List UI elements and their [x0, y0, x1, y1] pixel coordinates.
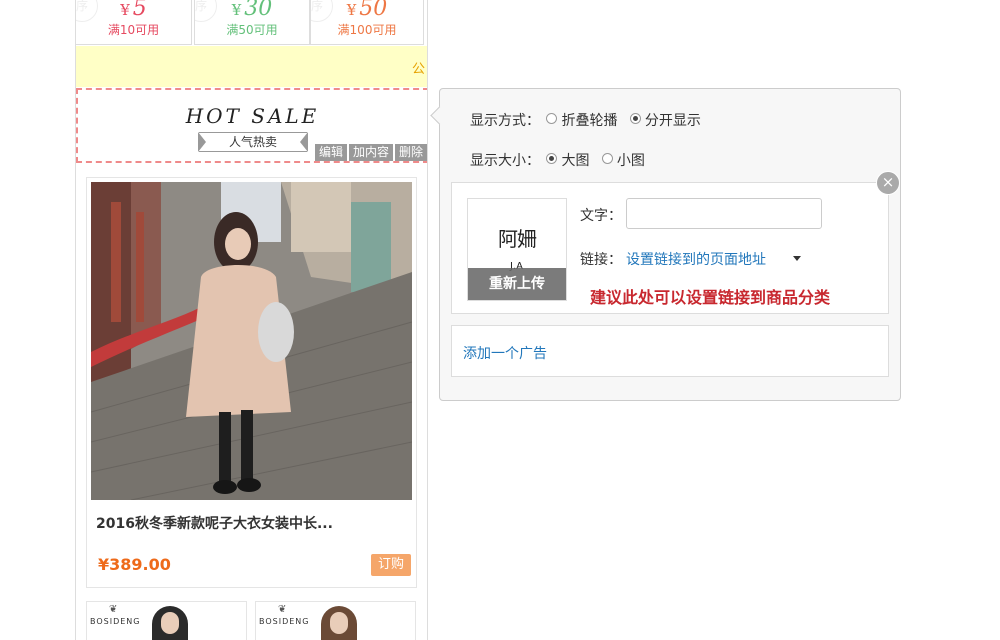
radio-separate[interactable] [629, 113, 641, 124]
product-thumb[interactable]: ❦ BOSIDENG [255, 601, 416, 640]
text-input[interactable] [626, 198, 822, 229]
product-image[interactable] [91, 182, 412, 500]
display-mode-row: 显示方式： 折叠轮播 分开显示 [470, 110, 707, 130]
ad-editor-panel: 显示方式： 折叠轮播 分开显示 显示大小： 大图 小图 × 阿姍 J.A 重新上… [430, 88, 901, 401]
model-face [330, 612, 348, 634]
product-name[interactable]: 2016秋冬季新款呢子大衣女装中长... [96, 513, 333, 533]
option-large[interactable]: 大图 [561, 153, 589, 169]
display-mode-label: 显示方式： [470, 113, 540, 129]
model-face [161, 612, 179, 634]
link-dropdown[interactable]: 设置链接到的页面地址 [626, 249, 766, 269]
close-icon[interactable]: × [876, 171, 900, 195]
option-separate[interactable]: 分开显示 [645, 113, 701, 129]
delete-button[interactable]: 删除 [394, 144, 427, 161]
coupon-condition: 满50可用 [226, 23, 278, 37]
product-thumb[interactable]: ❦ BOSIDENG [86, 601, 247, 640]
brand-name: BOSIDENG [259, 617, 310, 626]
coupon-condition: 满100可用 [337, 23, 397, 37]
module-actions: 编辑 加内容 删除 [313, 144, 427, 161]
brand-logo-icon: ❦ [278, 604, 287, 615]
hot-sale-title: HOT SALE [185, 104, 320, 128]
option-carousel[interactable]: 折叠轮播 [561, 113, 617, 129]
buy-button[interactable]: 订购 [371, 554, 411, 576]
product-price: ¥389.00 [98, 555, 171, 574]
ad-item-card: × 阿姍 J.A 重新上传 文字： 链接： 设置链接到的页面地址 建议此处可以设… [451, 171, 900, 314]
hint-text: 建议此处可以设置链接到商品分类 [590, 288, 831, 307]
radio-small[interactable] [601, 153, 613, 164]
coupon-30[interactable]: 序 ¥30 满50可用 [194, 0, 310, 45]
option-small[interactable]: 小图 [617, 153, 645, 169]
ad-image-preview[interactable]: 阿姍 J.A 重新上传 [467, 198, 567, 301]
chevron-down-icon[interactable] [793, 256, 801, 261]
hot-sale-module[interactable]: HOT SALE 人气热卖 编辑 加内容 删除 [76, 88, 427, 163]
radio-large[interactable] [546, 153, 558, 164]
brand-logo-icon: ❦ [109, 604, 118, 615]
coupon-strip: 序 ¥5 满10可用 序 ¥30 满50可用 序 ¥50 满100可用 [76, 0, 427, 46]
popover-arrow [430, 106, 449, 125]
notice-text: 公 [411, 62, 425, 77]
hot-sale-subtitle: 人气热卖 [198, 132, 308, 152]
text-label: 文字： [580, 208, 622, 224]
street-photo-illustration [91, 182, 412, 500]
reupload-button[interactable]: 重新上传 [468, 268, 566, 300]
display-size-label: 显示大小： [470, 153, 540, 169]
link-label: 链接： [580, 252, 622, 268]
coupon-50[interactable]: 序 ¥50 满100可用 [310, 0, 424, 45]
coupon-condition: 满10可用 [107, 23, 160, 37]
radio-carousel[interactable] [546, 113, 558, 124]
mobile-preview: 序 ¥5 满10可用 序 ¥30 满50可用 序 ¥50 满100可用 公 HO… [75, 0, 428, 640]
add-ad-card: 添加一个广告 [451, 325, 889, 377]
brand-name: BOSIDENG [90, 617, 141, 626]
notice-bar[interactable]: 公 [76, 46, 427, 87]
display-size-row: 显示大小： 大图 小图 [470, 150, 651, 170]
coupon-5[interactable]: 序 ¥5 满10可用 [76, 0, 192, 45]
product-card[interactable]: 2016秋冬季新款呢子大衣女装中长... ¥389.00 订购 [86, 177, 417, 588]
add-content-button[interactable]: 加内容 [348, 144, 393, 161]
add-ad-link[interactable]: 添加一个广告 [463, 343, 547, 363]
ad-image-logo: 阿姍 [498, 227, 537, 251]
edit-button[interactable]: 编辑 [314, 144, 347, 161]
